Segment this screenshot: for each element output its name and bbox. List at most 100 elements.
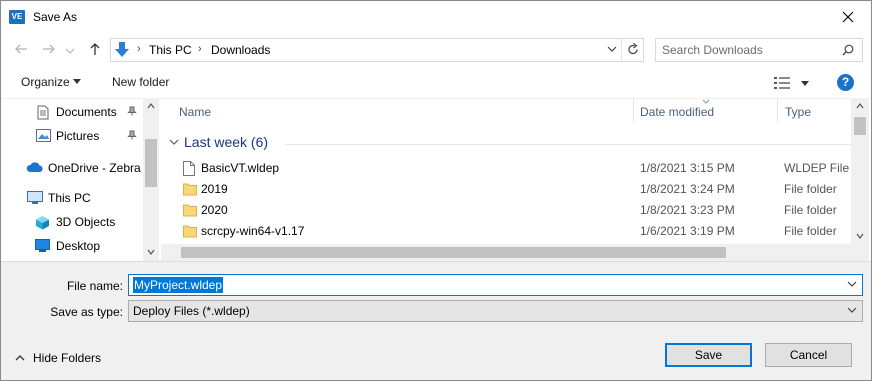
documents-icon xyxy=(37,105,49,120)
file-date: 1/8/2021 3:15 PM xyxy=(640,161,735,175)
pin-icon xyxy=(127,130,137,140)
forward-button[interactable] xyxy=(41,41,59,59)
file-type: File folder xyxy=(784,203,837,217)
scroll-up-icon[interactable] xyxy=(856,103,864,109)
search-input[interactable] xyxy=(662,42,832,58)
scroll-up-icon[interactable] xyxy=(147,103,155,109)
save-options-panel: File name: MyProject.wldep Save as type:… xyxy=(1,261,871,380)
window-title: Save As xyxy=(33,10,78,24)
file-list: Name Date modified Type Last week (6) Ba… xyxy=(161,99,871,261)
nav-item-label: Documents xyxy=(56,105,117,119)
scrollbar-corner xyxy=(851,244,869,261)
chevron-down-icon xyxy=(847,307,857,313)
file-icon xyxy=(183,161,195,176)
address-bar[interactable]: › This PC › Downloads xyxy=(110,38,644,62)
chevron-down-icon xyxy=(801,81,809,86)
file-date: 1/8/2021 3:23 PM xyxy=(640,203,735,217)
location-arrow-icon xyxy=(115,42,129,57)
refresh-icon xyxy=(628,43,638,55)
file-name: 2020 xyxy=(201,203,228,217)
nav-item-label: OneDrive - Zebra T xyxy=(48,161,152,175)
address-row: › This PC › Downloads xyxy=(1,35,871,65)
hide-folders-label: Hide Folders xyxy=(33,351,102,365)
nav-item-onedrive[interactable]: OneDrive - Zebra T xyxy=(1,157,151,179)
nav-item-label: This PC xyxy=(48,191,91,205)
save-button[interactable]: Save xyxy=(665,343,752,367)
column-header-type[interactable]: Type xyxy=(785,105,811,119)
chevron-down-icon xyxy=(169,139,179,145)
breadcrumb-separator-icon: › xyxy=(137,43,141,55)
scrollbar-thumb[interactable] xyxy=(854,117,866,135)
file-list-vertical-scrollbar[interactable] xyxy=(851,99,869,244)
group-header-last-week[interactable]: Last week (6) xyxy=(169,133,859,155)
chevron-down-icon xyxy=(73,79,81,84)
cancel-button[interactable]: Cancel xyxy=(765,343,852,367)
back-button[interactable] xyxy=(13,41,31,59)
scroll-down-icon[interactable] xyxy=(856,233,864,239)
search-icon[interactable] xyxy=(842,44,854,56)
pin-icon xyxy=(127,106,137,116)
file-date: 1/6/2021 3:19 PM xyxy=(640,224,735,238)
column-header-date-modified[interactable]: Date modified xyxy=(640,105,714,119)
command-bar: Organize New folder ? xyxy=(1,67,871,99)
nav-item-label: Desktop xyxy=(56,239,101,253)
group-divider xyxy=(285,144,859,145)
file-list-horizontal-scrollbar[interactable] xyxy=(161,244,851,261)
file-row[interactable]: BasicVT.wldep 1/8/2021 3:15 PM WLDEP Fil… xyxy=(175,158,855,179)
organize-button[interactable]: Organize xyxy=(21,75,70,89)
change-view-button[interactable] xyxy=(773,75,813,91)
file-name-combobox[interactable]: MyProject.wldep xyxy=(128,274,863,296)
title-bar: VE Save As xyxy=(1,1,871,33)
forward-arrow-icon xyxy=(43,44,55,54)
nav-item-3d-objects[interactable]: 3D Objects xyxy=(1,211,143,233)
nav-item-pictures[interactable]: Pictures xyxy=(1,125,143,147)
help-button[interactable]: ? xyxy=(837,74,854,91)
file-name: BasicVT.wldep xyxy=(201,161,280,175)
file-row[interactable]: scrcpy-win64-v1.17 1/6/2021 3:19 PM File… xyxy=(175,221,855,242)
folder-icon xyxy=(183,225,197,238)
nav-item-this-pc[interactable]: This PC xyxy=(1,187,143,209)
close-icon xyxy=(842,11,854,23)
onedrive-cloud-icon xyxy=(26,162,43,172)
file-row[interactable]: 2019 1/8/2021 3:24 PM File folder xyxy=(175,179,855,200)
navigation-pane: Documents Pictures OneDrive - Zebra T Th… xyxy=(1,99,159,261)
up-button[interactable] xyxy=(87,41,105,59)
file-name-input[interactable]: MyProject.wldep xyxy=(133,277,224,293)
chevron-down-icon[interactable] xyxy=(847,281,857,288)
breadcrumb-separator-icon: › xyxy=(198,43,202,55)
column-divider[interactable] xyxy=(633,99,634,123)
up-arrow-icon xyxy=(90,43,100,55)
breadcrumb-downloads[interactable]: Downloads xyxy=(211,43,270,57)
save-as-dialog: VE Save As › This PC › Downloads Search … xyxy=(0,0,872,381)
file-date: 1/8/2021 3:24 PM xyxy=(640,182,735,196)
column-divider[interactable] xyxy=(777,99,778,123)
refresh-button[interactable] xyxy=(621,39,643,61)
3d-objects-icon xyxy=(36,216,49,230)
new-folder-button[interactable]: New folder xyxy=(112,75,169,89)
save-as-type-select[interactable]: Deploy Files (*.wldep) xyxy=(128,300,863,322)
file-name-label: File name: xyxy=(66,279,123,293)
nav-item-documents[interactable]: Documents xyxy=(1,101,143,123)
recent-locations-button[interactable] xyxy=(65,44,83,62)
nav-pane-scrollbar[interactable] xyxy=(143,99,159,261)
scroll-down-icon[interactable] xyxy=(147,249,155,255)
save-as-type-label: Save as type: xyxy=(50,305,123,319)
file-name: scrcpy-win64-v1.17 xyxy=(201,224,305,238)
nav-item-label: 3D Objects xyxy=(56,215,116,229)
app-icon: VE xyxy=(9,10,25,24)
address-history-chevron-icon[interactable] xyxy=(607,45,617,53)
file-type: File folder xyxy=(784,182,837,196)
scrollbar-thumb[interactable] xyxy=(181,247,726,258)
desktop-icon xyxy=(35,239,50,252)
nav-item-label: Pictures xyxy=(56,129,100,143)
nav-item-desktop[interactable]: Desktop xyxy=(1,235,143,257)
column-header-name[interactable]: Name xyxy=(179,105,211,119)
scrollbar-thumb[interactable] xyxy=(145,139,157,187)
breadcrumb-this-pc[interactable]: This PC xyxy=(149,43,192,57)
file-row[interactable]: 2020 1/8/2021 3:23 PM File folder xyxy=(175,200,855,221)
folder-icon xyxy=(183,204,197,217)
back-arrow-icon xyxy=(15,44,27,54)
search-box[interactable] xyxy=(655,38,863,62)
file-name: 2019 xyxy=(201,182,228,196)
close-button[interactable] xyxy=(825,1,871,33)
